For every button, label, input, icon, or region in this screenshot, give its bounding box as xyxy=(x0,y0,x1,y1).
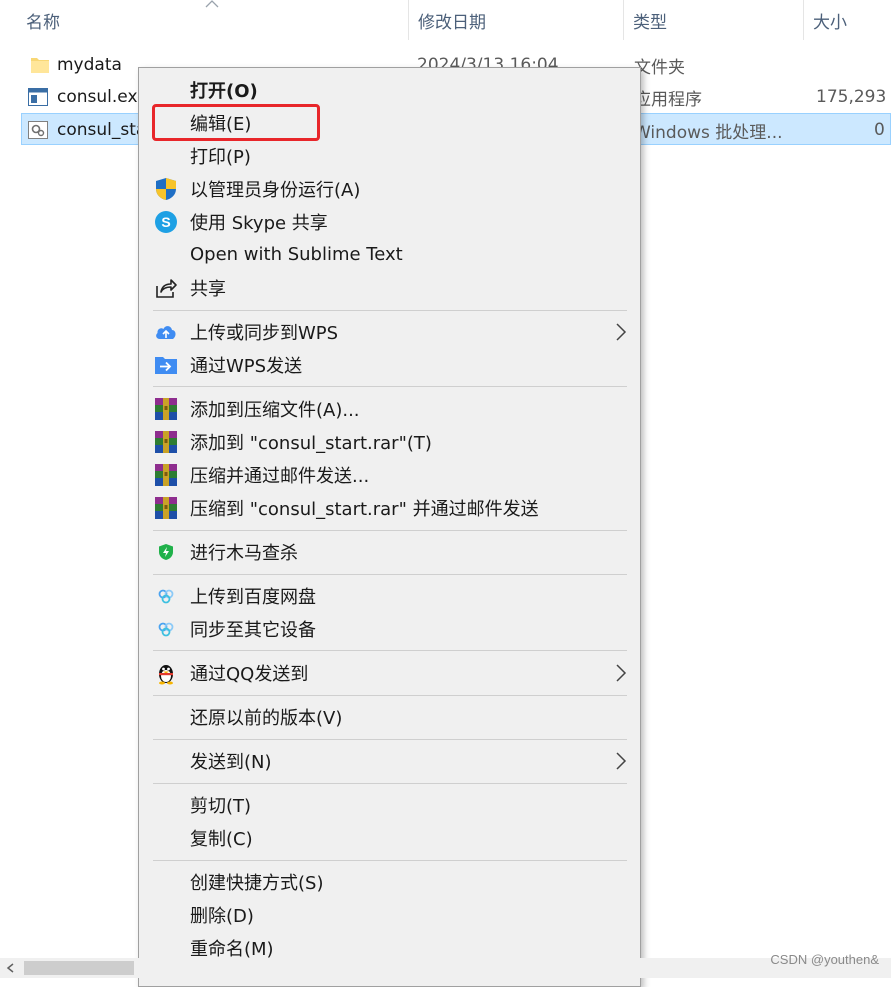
menu-item-label: 上传到百度网盘 xyxy=(190,586,316,608)
share-icon xyxy=(156,279,177,298)
menu-item-label: 添加到 "consul_start.rar"(T) xyxy=(190,432,432,454)
menu-item-label: 剪切(T) xyxy=(190,795,252,817)
column-header: 名称 修改日期 类型 大小 xyxy=(0,0,891,40)
chevron-right-icon xyxy=(616,664,627,682)
menu-item-add-rar[interactable]: 添加到 "consul_start.rar"(T) xyxy=(141,425,638,458)
file-name: consul.exe xyxy=(57,87,148,107)
menu-item-baidu-upload[interactable]: 上传到百度网盘 xyxy=(141,579,638,612)
menu-item-label: 发送到(N) xyxy=(190,751,272,773)
menu-item-label: 共享 xyxy=(190,278,226,300)
menu-item-skype-share[interactable]: S 使用 Skype 共享 xyxy=(141,205,638,238)
context-menu: 打开(O) 编辑(E) 打印(P) 以管理员身份运行(A) S 使用 Skype… xyxy=(138,67,641,987)
menu-item-label: 打开(O) xyxy=(190,80,258,102)
menu-item-label: 重命名(M) xyxy=(190,938,274,960)
menu-item-label: 删除(D) xyxy=(190,905,254,927)
winrar-icon xyxy=(155,497,177,519)
file-name: mydata xyxy=(57,55,122,75)
menu-separator xyxy=(153,783,627,784)
chevron-right-icon xyxy=(616,752,627,770)
menu-separator xyxy=(153,739,627,740)
menu-item-delete[interactable]: 删除(D) xyxy=(141,898,638,931)
menu-item-label: 压缩并通过邮件发送... xyxy=(190,465,370,487)
cloud-upload-icon xyxy=(156,326,176,339)
scroll-left-icon[interactable] xyxy=(6,963,14,973)
menu-item-label: 打印(P) xyxy=(190,146,251,168)
menu-item-label: 创建快捷方式(S) xyxy=(190,872,324,894)
menu-separator xyxy=(153,310,627,311)
menu-item-compress-rar-email[interactable]: 压缩到 "consul_start.rar" 并通过邮件发送 xyxy=(141,491,638,524)
menu-item-compress-email[interactable]: 压缩并通过邮件发送... xyxy=(141,458,638,491)
column-size-label: 大小 xyxy=(813,12,847,33)
file-type: 文件夹 xyxy=(634,57,685,78)
file-size: 175,293 xyxy=(816,87,887,107)
svg-text:S: S xyxy=(161,214,170,230)
menu-item-share[interactable]: 共享 xyxy=(141,271,638,304)
uac-shield-icon xyxy=(156,178,176,200)
baidu-netdisk-icon xyxy=(158,589,174,604)
column-type[interactable]: 类型 xyxy=(607,0,803,40)
menu-item-wps-send[interactable]: 通过WPS发送 xyxy=(141,348,638,381)
menu-item-open[interactable]: 打开(O) xyxy=(141,73,638,106)
winrar-icon xyxy=(155,464,177,486)
column-modified[interactable]: 修改日期 xyxy=(392,0,622,40)
menu-separator xyxy=(153,695,627,696)
menu-item-label: Open with Sublime Text xyxy=(190,244,403,265)
skype-icon: S xyxy=(155,211,177,233)
menu-separator xyxy=(153,574,627,575)
menu-item-print[interactable]: 打印(P) xyxy=(141,139,638,172)
column-type-label: 类型 xyxy=(633,12,667,33)
menu-item-wps-upload[interactable]: 上传或同步到WPS xyxy=(141,315,638,348)
menu-item-add-archive[interactable]: 添加到压缩文件(A)... xyxy=(141,392,638,425)
column-name[interactable]: 名称 xyxy=(0,0,408,40)
menu-item-send-to[interactable]: 发送到(N) xyxy=(141,744,638,777)
menu-item-label: 使用 Skype 共享 xyxy=(190,212,328,234)
menu-item-cut[interactable]: 剪切(T) xyxy=(141,788,638,821)
column-name-label: 名称 xyxy=(26,12,60,33)
chevron-right-icon xyxy=(616,323,627,341)
menu-item-open-sublime[interactable]: Open with Sublime Text xyxy=(141,238,638,271)
menu-item-label: 通过WPS发送 xyxy=(190,355,303,377)
security-shield-icon xyxy=(159,544,173,560)
menu-item-qq-send[interactable]: 通过QQ发送到 xyxy=(141,656,638,689)
winrar-icon xyxy=(155,398,177,420)
sort-up-icon xyxy=(205,0,219,8)
exe-icon xyxy=(28,88,48,106)
file-type: Windows 批处理... xyxy=(634,122,783,143)
horizontal-scrollbar[interactable] xyxy=(0,958,891,978)
menu-item-copy[interactable]: 复制(C) xyxy=(141,821,638,854)
annotation-highlight-box xyxy=(152,104,320,141)
menu-item-label: 复制(C) xyxy=(190,828,253,850)
menu-separator xyxy=(153,650,627,651)
menu-item-run-as-admin[interactable]: 以管理员身份运行(A) xyxy=(141,172,638,205)
wps-send-icon xyxy=(155,357,177,374)
menu-item-label: 还原以前的版本(V) xyxy=(190,707,343,729)
menu-item-label: 通过QQ发送到 xyxy=(190,663,309,685)
file-type: 应用程序 xyxy=(634,89,702,110)
winrar-icon xyxy=(155,431,177,453)
menu-item-label: 添加到压缩文件(A)... xyxy=(190,399,360,421)
folder-icon xyxy=(31,58,49,73)
file-size: 0 xyxy=(874,120,885,140)
menu-item-sync-devices[interactable]: 同步至其它设备 xyxy=(141,612,638,645)
menu-item-label: 上传或同步到WPS xyxy=(190,322,339,344)
menu-separator xyxy=(153,860,627,861)
menu-item-label: 压缩到 "consul_start.rar" 并通过邮件发送 xyxy=(190,498,539,520)
scrollbar-thumb[interactable] xyxy=(24,961,134,975)
menu-separator xyxy=(153,386,627,387)
menu-item-label: 以管理员身份运行(A) xyxy=(190,179,361,201)
batch-file-icon xyxy=(28,121,48,139)
watermark: CSDN @youthen& xyxy=(770,952,879,967)
menu-item-restore-versions[interactable]: 还原以前的版本(V) xyxy=(141,700,638,733)
menu-item-trojan-scan[interactable]: 进行木马查杀 xyxy=(141,535,638,568)
baidu-netdisk-icon xyxy=(158,622,174,637)
column-modified-label: 修改日期 xyxy=(418,12,486,33)
qq-penguin-icon xyxy=(159,665,173,685)
menu-separator xyxy=(153,530,627,531)
menu-item-create-shortcut[interactable]: 创建快捷方式(S) xyxy=(141,865,638,898)
menu-item-label: 同步至其它设备 xyxy=(190,619,316,641)
column-size[interactable]: 大小 xyxy=(787,0,891,40)
menu-item-label: 进行木马查杀 xyxy=(190,542,298,564)
